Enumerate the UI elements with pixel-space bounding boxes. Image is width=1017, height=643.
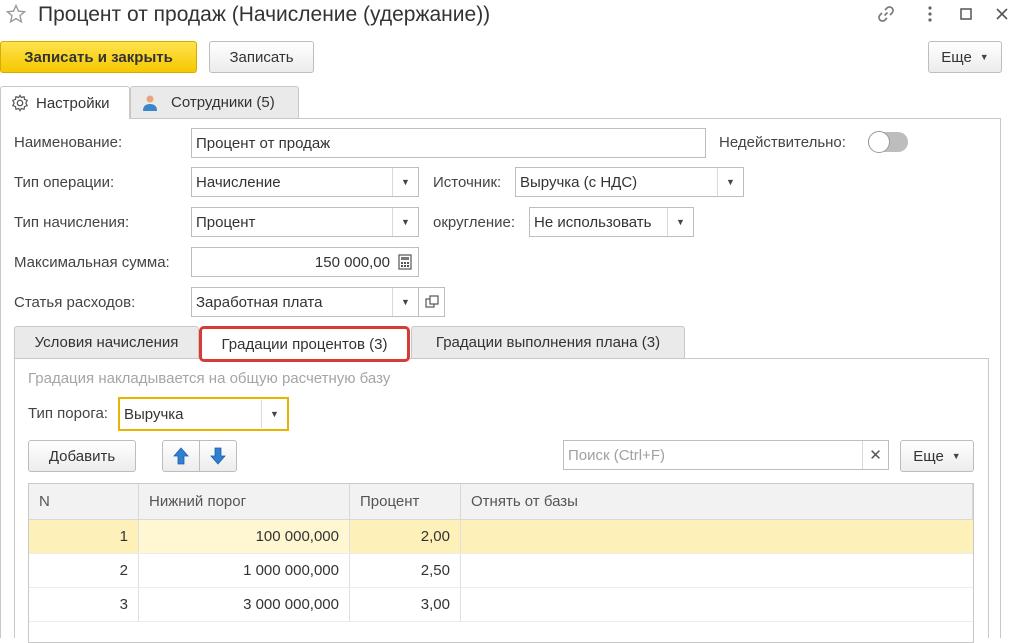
window-title: Процент от продаж (Начисление (удержание… bbox=[38, 3, 491, 26]
open-icon[interactable] bbox=[419, 287, 445, 317]
tab-percent-gradations[interactable]: Градации процентов (3) bbox=[199, 326, 410, 362]
chevron-down-icon[interactable]: ▼ bbox=[392, 208, 418, 236]
name-label: Наименование: bbox=[14, 134, 123, 151]
cell-n: 1 bbox=[29, 520, 139, 553]
gradation-hint: Градация накладывается на общую расчетну… bbox=[28, 370, 391, 387]
cell-percent: 2,50 bbox=[350, 554, 461, 587]
search-placeholder: Поиск (Ctrl+F) bbox=[568, 446, 665, 464]
name-input[interactable]: Процент от продаж bbox=[191, 128, 706, 158]
cell-n: 3 bbox=[29, 588, 139, 621]
move-down-icon[interactable] bbox=[199, 440, 237, 472]
table-row[interactable]: 1 100 000,000 2,00 bbox=[29, 520, 973, 554]
chevron-down-icon: ▼ bbox=[979, 52, 989, 62]
threshold-select[interactable]: Выручка ▼ bbox=[118, 397, 289, 431]
gradations-table: N Нижний порог Процент Отнять от базы 1 … bbox=[28, 483, 974, 643]
threshold-label: Тип порога: bbox=[28, 405, 108, 422]
minimize-icon[interactable] bbox=[956, 4, 976, 24]
max-sum-input[interactable]: 150 000,00 bbox=[191, 247, 419, 277]
calc-type-select[interactable]: Процент ▼ bbox=[191, 207, 419, 237]
source-select[interactable]: Выручка (с НДС) ▼ bbox=[515, 167, 744, 197]
chevron-down-icon[interactable]: ▼ bbox=[717, 168, 743, 196]
chevron-down-icon: ▼ bbox=[951, 451, 961, 461]
column-header-percent[interactable]: Процент bbox=[350, 484, 461, 519]
table-header: N Нижний порог Процент Отнять от базы bbox=[29, 484, 973, 520]
more-button-label: Еще bbox=[941, 48, 972, 66]
gear-icon bbox=[11, 94, 29, 112]
cell-lower: 100 000,000 bbox=[139, 520, 350, 553]
cell-subtract bbox=[461, 588, 973, 621]
op-type-label: Тип операции: bbox=[14, 174, 115, 191]
tab-accrual-conditions[interactable]: Условия начисления bbox=[14, 326, 199, 358]
column-header-n[interactable]: N bbox=[29, 484, 139, 519]
source-label: Источник: bbox=[433, 174, 502, 191]
person-icon bbox=[142, 94, 158, 112]
rounding-value: Не использовать bbox=[534, 213, 652, 231]
more-button[interactable]: Еще ▼ bbox=[928, 41, 1002, 73]
add-button[interactable]: Добавить bbox=[28, 440, 136, 472]
expense-value: Заработная плата bbox=[196, 293, 323, 311]
column-header-lower[interactable]: Нижний порог bbox=[139, 484, 350, 519]
op-type-value: Начисление bbox=[196, 173, 281, 191]
cell-lower: 3 000 000,000 bbox=[139, 588, 350, 621]
chevron-down-icon[interactable]: ▼ bbox=[667, 208, 693, 236]
toggle-knob bbox=[868, 131, 890, 153]
grid-more-label: Еще bbox=[913, 447, 944, 465]
cell-percent: 3,00 bbox=[350, 588, 461, 621]
table-row[interactable]: 2 1 000 000,000 2,50 bbox=[29, 554, 973, 588]
calculator-icon[interactable] bbox=[392, 248, 418, 276]
name-value: Процент от продаж bbox=[196, 134, 331, 152]
threshold-value: Выручка bbox=[124, 405, 184, 423]
tab-settings[interactable]: Настройки bbox=[0, 86, 130, 119]
tab-employees-label: Сотрудники (5) bbox=[171, 94, 275, 111]
cell-n: 2 bbox=[29, 554, 139, 587]
cell-subtract bbox=[461, 554, 973, 587]
tab-employees[interactable]: Сотрудники (5) bbox=[130, 86, 299, 118]
chevron-down-icon[interactable]: ▼ bbox=[261, 400, 287, 428]
chevron-down-icon[interactable]: ▼ bbox=[392, 168, 418, 196]
column-header-subtract[interactable]: Отнять от базы bbox=[461, 484, 973, 519]
star-icon[interactable] bbox=[5, 3, 27, 24]
op-type-select[interactable]: Начисление ▼ bbox=[191, 167, 419, 197]
tab-plan-gradations[interactable]: Градации выполнения плана (3) bbox=[411, 326, 685, 358]
calc-type-value: Процент bbox=[196, 213, 256, 231]
save-and-close-button[interactable]: Записать и закрыть bbox=[0, 41, 197, 73]
max-sum-value: 150 000,00 bbox=[314, 253, 390, 271]
search-input[interactable]: Поиск (Ctrl+F) ✕ bbox=[563, 440, 889, 470]
cell-lower: 1 000 000,000 bbox=[139, 554, 350, 587]
more-vertical-icon[interactable] bbox=[920, 4, 940, 24]
link-icon[interactable] bbox=[876, 4, 896, 24]
max-sum-label: Максимальная сумма: bbox=[14, 254, 170, 271]
source-value: Выручка (с НДС) bbox=[520, 173, 638, 191]
expense-label: Статья расходов: bbox=[14, 294, 136, 311]
close-icon[interactable] bbox=[992, 4, 1012, 24]
rounding-select[interactable]: Не использовать ▼ bbox=[529, 207, 694, 237]
invalid-label: Недействительно: bbox=[719, 134, 846, 151]
move-up-icon[interactable] bbox=[162, 440, 200, 472]
calc-type-label: Тип начисления: bbox=[14, 214, 130, 231]
tab-settings-label: Настройки bbox=[36, 94, 110, 112]
invalid-toggle[interactable] bbox=[868, 131, 908, 153]
expense-select[interactable]: Заработная плата ▼ bbox=[191, 287, 419, 317]
save-button[interactable]: Записать bbox=[209, 41, 314, 73]
grid-more-button[interactable]: Еще ▼ bbox=[900, 440, 974, 472]
clear-icon[interactable]: ✕ bbox=[862, 441, 888, 469]
chevron-down-icon[interactable]: ▼ bbox=[392, 288, 418, 316]
rounding-label: округление: bbox=[433, 214, 515, 231]
cell-percent: 2,00 bbox=[350, 520, 461, 553]
cell-subtract bbox=[461, 520, 973, 553]
table-row[interactable]: 3 3 000 000,000 3,00 bbox=[29, 588, 973, 622]
